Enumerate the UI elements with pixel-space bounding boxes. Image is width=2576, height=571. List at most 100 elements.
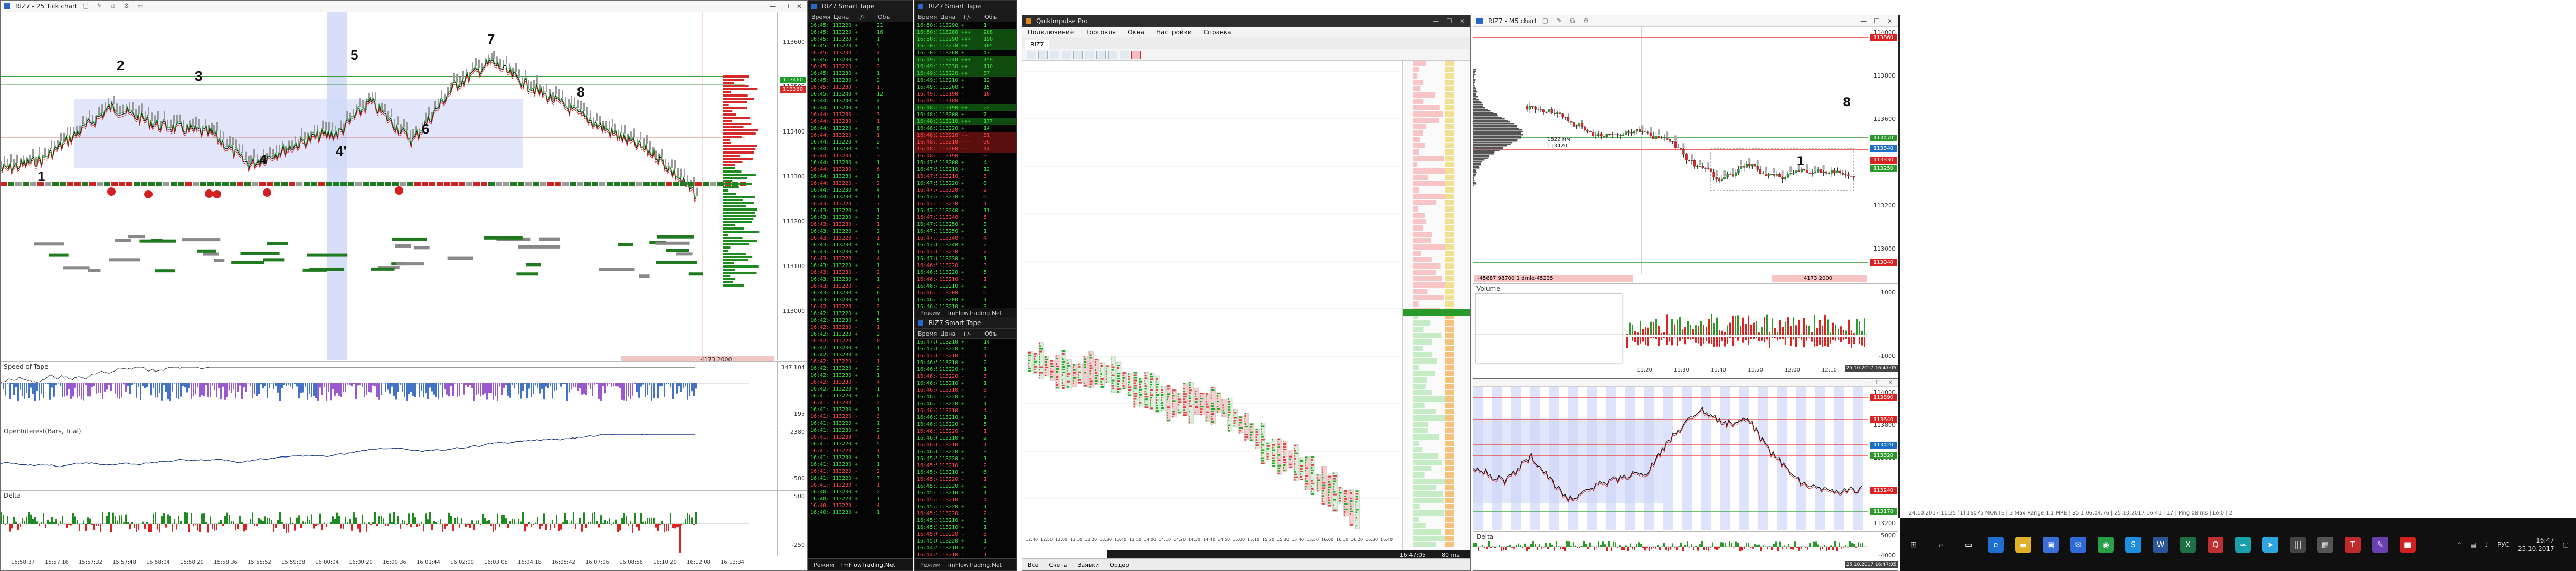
tape-row[interactable]: 16:44:58113240+4: [808, 98, 913, 104]
tape-row[interactable]: 16:41:54113230-2: [808, 399, 913, 406]
terminal-bottom-tabs[interactable]: Все Счета Заявки Ордер: [1022, 558, 1470, 570]
bottom-tab-order[interactable]: Ордер: [1110, 562, 1129, 568]
clock[interactable]: 16:47 25.10.2017: [2518, 536, 2554, 553]
tape-row[interactable]: 16:45:06113230-1: [808, 84, 913, 91]
tape-row[interactable]: 16:42:17113220+2: [808, 365, 913, 372]
menu-settings[interactable]: Настройки: [1156, 28, 1192, 36]
lower-delta-pane[interactable]: Delta 5000 -4000: [1473, 531, 1898, 560]
tape-row[interactable]: 16:41:36113230+2: [808, 427, 913, 434]
tape-row[interactable]: 16:45:23113220+5: [808, 43, 913, 50]
delta-axis[interactable]: 500 -250: [777, 491, 807, 556]
tape-row[interactable]: 16:48:20113220--31: [915, 132, 1016, 139]
tape-row[interactable]: 16:45:21113230-4: [808, 50, 913, 56]
terminal-titlebar[interactable]: QuikImpulse Pro — ☐ ✕: [1022, 15, 1470, 27]
tape-row[interactable]: 16:41:14113230+1: [808, 461, 913, 468]
tape-row[interactable]: 16:44:41113220+8: [808, 125, 913, 132]
tape-row[interactable]: 16:43:14113230+1: [808, 276, 913, 283]
system-tray[interactable]: ⌃ ▤ ♪ РУС 16:47 25.10.2017 ▢: [2457, 536, 2576, 553]
tape2-footer-top[interactable]: Режим ImFlowTrading.Net: [915, 308, 1016, 318]
tape-row[interactable]: 16:44:06113230+4: [808, 187, 913, 194]
tape-row[interactable]: 16:45:27113220+16: [808, 29, 913, 36]
tape-row[interactable]: 16:42:12113230+1: [808, 372, 913, 379]
tape-row[interactable]: 16:47:05113210+14: [915, 339, 1016, 346]
tape-row[interactable]: 16:44:47113230-3: [808, 111, 913, 118]
tape-row[interactable]: 16:46:00113220+3: [915, 449, 1016, 455]
tape-row[interactable]: 16:49:14113200+15: [915, 84, 1016, 91]
taskview-icon[interactable]: ▭: [1961, 537, 1976, 553]
note-icon[interactable]: ✎: [2372, 537, 2388, 553]
tape-row[interactable]: 16:43:51113230+3: [808, 214, 913, 221]
tape-row[interactable]: 16:48:11113200--44: [915, 146, 1016, 153]
tape-row[interactable]: 16:45:29113210-4: [915, 497, 1016, 503]
tape-row[interactable]: 16:46:54113220+1: [915, 366, 1016, 373]
tape-row[interactable]: 16:45:20113220-2: [915, 510, 1016, 517]
tape-row[interactable]: 16:48:25113210+++177: [915, 118, 1016, 125]
tape-row[interactable]: 16:42:44113230-1: [808, 324, 913, 331]
tape-row[interactable]: 16:49:14113230++110: [915, 63, 1016, 70]
tape-row[interactable]: 16:43:01113230+1: [808, 297, 913, 303]
smart-tape-3-titlebar[interactable]: RIZ7 Smart Tape: [915, 317, 1016, 329]
tape-row[interactable]: 16:47:53113210-3: [915, 173, 1016, 180]
tape-row[interactable]: 16:46:57113210+2: [915, 359, 1016, 366]
m5-toolbar-icons[interactable]: ▢ ✎ ⧉ ⚙: [1542, 17, 1592, 25]
network-icon[interactable]: ▤: [2470, 541, 2476, 548]
smart-tape-2-titlebar[interactable]: RIZ7 Smart Tape: [915, 1, 1016, 12]
tape-row[interactable]: 16:46:55113220-3: [915, 262, 1016, 269]
tape-row[interactable]: 16:48:26113200+7: [915, 111, 1016, 118]
tape-row[interactable]: 16:41:50113230+1: [808, 406, 913, 413]
tape-row[interactable]: 16:43:22113220+1: [808, 262, 913, 269]
tape-row[interactable]: 16:43:10113220-3: [808, 283, 913, 290]
tape-row[interactable]: 16:44:11113220-2: [808, 180, 913, 187]
tape-row[interactable]: 16:48:25113220+14: [915, 125, 1016, 132]
tape-row[interactable]: 16:47:31113240+11: [915, 207, 1016, 214]
tape-row[interactable]: 16:43:31113230+1: [808, 249, 913, 255]
tool-cursor-icon[interactable]: [1027, 51, 1036, 59]
tape-row[interactable]: 16:44:38113220-1: [808, 132, 913, 139]
tape-row[interactable]: 16:41:41113220+1: [808, 420, 913, 427]
mail-icon[interactable]: ✉: [2070, 537, 2086, 553]
terminal-tabs[interactable]: RIZ7: [1022, 37, 1470, 50]
lower-price-canvas[interactable]: [1473, 387, 1869, 530]
tape-row[interactable]: 16:47:58113210+12: [915, 166, 1016, 173]
cluster-chart-canvas[interactable]: 12:40 12:50 13:00 13:10 13:20 13:30 13:40 13:50…: [1022, 61, 1470, 559]
tape-row[interactable]: 16:47:40113230+6: [915, 194, 1016, 201]
tape-row[interactable]: 16:43:58113220-7: [808, 201, 913, 207]
tape-row[interactable]: 16:45:27113220+21: [808, 22, 913, 29]
tape-row[interactable]: 16:42:30113230+1: [808, 345, 913, 351]
tape3-footer[interactable]: Режим ImFlowTrading.Net: [915, 558, 1016, 570]
tab-riz7[interactable]: RIZ7: [1025, 40, 1050, 49]
tape-rows[interactable]: 16:45:27113220+2116:45:27113220+1616:45:…: [808, 22, 913, 516]
tape-row[interactable]: 16:47:27113240-5: [915, 214, 1016, 221]
tape-row[interactable]: 16:45:11113210+1: [915, 524, 1016, 531]
tape-row[interactable]: 16:46:42113210+2: [915, 283, 1016, 290]
tape-row[interactable]: 16:45:24113220+1: [915, 503, 1016, 510]
tape-row[interactable]: 16:47:50113220+8: [915, 180, 1016, 187]
speed-of-tape-pane[interactable]: Speed of Tape 347 104 195: [1, 361, 807, 425]
tape-row[interactable]: 16:50:11113280+++208: [915, 29, 1016, 36]
tape-row[interactable]: 16:44:21113230+1: [808, 159, 913, 166]
m5-chart-window[interactable]: RIZ7 - M5 chart ▢ ✎ ⧉ ⚙ — ☐ ✕ 1 8 1822 мм 113…: [1473, 15, 1898, 379]
tape3-rows[interactable]: 16:47:05113210+1416:47:04113220+416:47:0…: [915, 339, 1016, 558]
tape-row[interactable]: 16:44:30113230+5: [808, 146, 913, 153]
telegram-icon[interactable]: ➤: [2262, 537, 2278, 553]
tape-row[interactable]: 16:44:57113210+2: [915, 545, 1016, 551]
tape-row[interactable]: 16:47:59113200+4: [915, 159, 1016, 166]
tape-row[interactable]: 16:45:02113220+1: [915, 538, 1016, 545]
tape-row[interactable]: 16:46:28113210+3: [915, 303, 1016, 308]
tape-row[interactable]: 16:44:19113230-6: [808, 166, 913, 173]
tape-row[interactable]: 16:46:27113210-4: [915, 407, 1016, 414]
tool-line-icon[interactable]: [1050, 51, 1059, 59]
tape-row[interactable]: 16:44:02113230+1: [808, 194, 913, 201]
speed-axis[interactable]: 347 104 195: [777, 362, 807, 425]
excel-icon[interactable]: X: [2180, 537, 2196, 553]
tape-row[interactable]: 16:47:44113220-2: [915, 187, 1016, 194]
toolbar-icons[interactable]: ▢ ✎ ⧉ ⚙ ▭: [83, 2, 147, 10]
menu-trade[interactable]: Торговля: [1085, 28, 1116, 36]
tape-row[interactable]: 16:42:48113230+5: [808, 317, 913, 324]
tape-row[interactable]: 16:43:27113220-4: [808, 255, 913, 262]
m5-window-controls[interactable]: — ☐ ✕: [1860, 17, 1898, 25]
chart-icon[interactable]: ≈: [2235, 537, 2251, 553]
tape-row[interactable]: 16:45:15113220-2: [808, 63, 913, 70]
tape-row[interactable]: 16:45:24113220+1: [808, 36, 913, 43]
tape-row[interactable]: 16:41:18113230+3: [808, 454, 913, 461]
